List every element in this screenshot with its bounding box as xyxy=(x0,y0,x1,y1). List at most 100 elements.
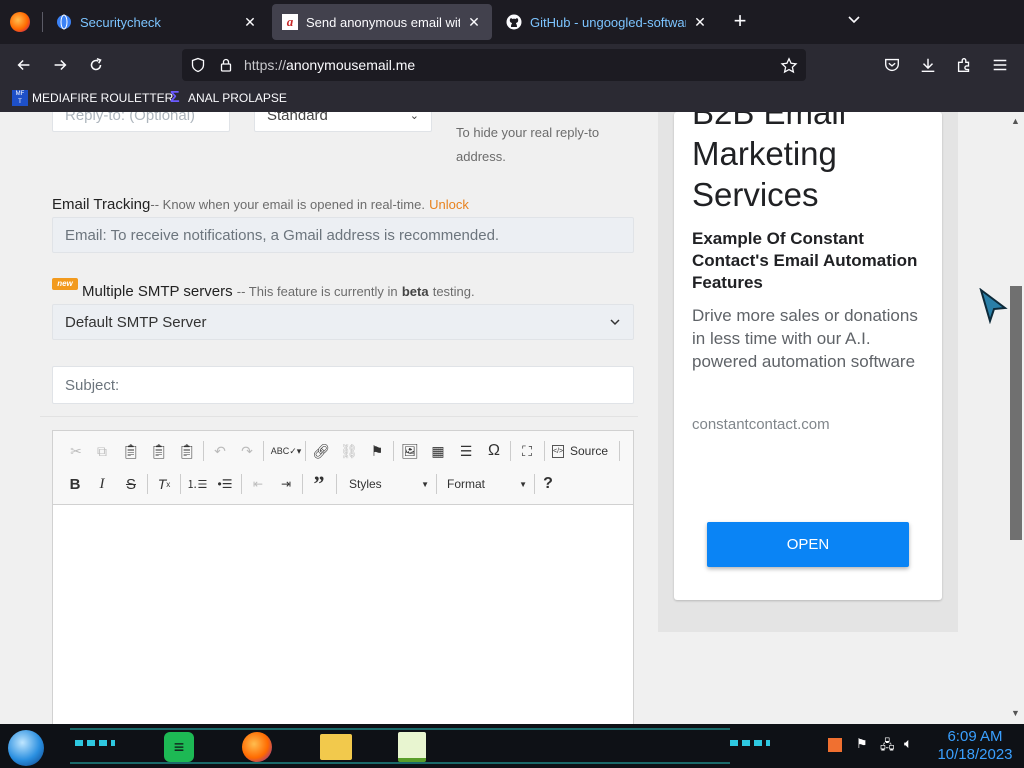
paste-icon[interactable]: 📋︎ xyxy=(120,440,142,462)
format-dropdown[interactable]: Format ▼ xyxy=(439,474,533,494)
app-icon[interactable] xyxy=(398,732,426,762)
ad-title: B2B Email Marketing Services xyxy=(692,112,847,213)
shield-icon[interactable] xyxy=(190,57,206,73)
new-badge: new xyxy=(52,278,78,290)
extensions-button[interactable] xyxy=(949,50,979,80)
help-icon[interactable]: ? xyxy=(537,473,559,495)
ad-open-button[interactable]: OPEN xyxy=(707,522,909,567)
anchor-flag-icon[interactable]: ⚑ xyxy=(366,440,388,462)
divider xyxy=(40,416,638,417)
firefox-taskbar-icon[interactable] xyxy=(242,732,272,762)
toolbar-separator xyxy=(203,441,204,461)
unlock-link[interactable]: Unlock xyxy=(429,197,469,212)
taskbar-clock[interactable]: 6:09 AM 10/18/2023 xyxy=(930,728,1020,764)
italic-icon[interactable]: I xyxy=(91,473,113,495)
close-tab-icon[interactable]: ✕ xyxy=(466,14,482,31)
close-tab-icon[interactable]: ✕ xyxy=(692,14,708,31)
bookmark-star-icon[interactable] xyxy=(780,57,798,75)
new-tab-button[interactable]: + xyxy=(728,10,752,34)
lock-icon[interactable] xyxy=(218,57,234,73)
undo-icon[interactable]: ↶ xyxy=(209,440,231,462)
file-explorer-icon[interactable] xyxy=(320,734,352,760)
app-menu-button[interactable] xyxy=(985,50,1015,80)
strikethrough-icon[interactable]: S xyxy=(120,473,142,495)
copy-icon[interactable]: ⧉ xyxy=(91,440,113,462)
url-bar[interactable]: https://anonymousemail.me xyxy=(182,49,806,81)
toolbar-separator xyxy=(305,441,306,461)
pocket-button[interactable] xyxy=(877,50,907,80)
navigation-bar: https://anonymousemail.me xyxy=(0,44,1024,86)
tab-anonymous-email[interactable]: a Send anonymous email with th ✕ xyxy=(272,4,492,40)
toolbar-separator xyxy=(534,474,535,494)
subject-placeholder: Subject: xyxy=(65,376,120,394)
network-icon[interactable]: 🖧︎ xyxy=(880,736,895,758)
scroll-down-icon[interactable]: ▼ xyxy=(1011,708,1020,718)
paste-word-icon[interactable]: 📋︎ xyxy=(176,440,198,462)
ad-subtitle: Example Of Constant Contact's Email Auto… xyxy=(692,229,918,292)
unlink-icon[interactable]: ⛓ xyxy=(338,440,360,462)
start-button[interactable] xyxy=(8,730,44,766)
bulleted-list-icon[interactable]: •☰ xyxy=(214,473,236,495)
special-char-omega-icon[interactable]: Ω xyxy=(483,440,505,462)
close-tab-icon[interactable]: ✕ xyxy=(242,14,258,31)
numbered-list-icon[interactable]: ⒈☰ xyxy=(186,473,208,495)
tab-title: Securitycheck xyxy=(80,14,161,30)
styles-dropdown[interactable]: Styles ▼ xyxy=(341,474,435,494)
volume-icon[interactable]: 🔈︎ xyxy=(904,735,912,752)
tray-app-icon[interactable] xyxy=(828,738,842,752)
toolbar-separator xyxy=(544,441,545,461)
remove-format-icon[interactable]: Tx xyxy=(153,473,175,495)
globe-icon xyxy=(57,14,71,30)
blockquote-icon[interactable]: ” xyxy=(308,471,330,496)
bold-icon[interactable]: B xyxy=(64,473,86,495)
email-tracking-input[interactable]: Email: To receive notifications, a Gmail… xyxy=(52,217,634,253)
subject-input[interactable]: Subject: xyxy=(52,366,634,404)
horizontal-line-icon[interactable]: ☰ xyxy=(455,440,477,462)
reply-to-input[interactable]: Reply-to: (Optional) xyxy=(52,112,230,132)
downloads-button[interactable] xyxy=(913,50,943,80)
decrease-indent-icon[interactable]: ⇤ xyxy=(247,473,269,495)
scroll-up-icon[interactable]: ▲ xyxy=(1011,116,1020,126)
cut-icon[interactable]: ✂ xyxy=(65,440,87,462)
forward-button[interactable] xyxy=(45,50,75,80)
tab-securitycheck[interactable]: Securitycheck ✕ xyxy=(46,4,268,40)
spotify-icon[interactable]: ≡ xyxy=(164,732,194,762)
tray-flag-icon[interactable]: ⚑ xyxy=(856,736,868,752)
reload-button[interactable] xyxy=(81,50,111,80)
bookmark-anal-prolapse[interactable]: Σ ANAL PROLAPSE xyxy=(170,90,287,106)
link-icon[interactable]: 🔗︎ xyxy=(310,440,332,462)
list-all-tabs-icon[interactable] xyxy=(844,10,864,30)
back-button[interactable] xyxy=(9,50,39,80)
source-button[interactable]: </> Source xyxy=(552,441,608,461)
reply-to-placeholder: Reply-to: (Optional) xyxy=(65,112,196,124)
pocket-icon xyxy=(885,58,899,72)
toolbar-separator xyxy=(180,474,181,494)
reply-type-select[interactable]: Standard ⌄ xyxy=(254,112,432,132)
sigma-favicon-icon: Σ xyxy=(170,89,180,106)
toolbar-separator xyxy=(302,474,303,494)
table-icon[interactable]: ▦ xyxy=(427,440,449,462)
chevron-down-icon: ⌄ xyxy=(409,112,419,122)
email-tracking-label: Email Tracking xyxy=(52,196,151,213)
image-icon[interactable]: 🖼︎ xyxy=(399,440,421,462)
paste-text-icon[interactable]: 📋︎ xyxy=(148,440,170,462)
bookmark-mediafire-rouletter[interactable]: MF T MEDIAFIRE ROULETTER xyxy=(12,90,173,106)
increase-indent-icon[interactable]: ⇥ xyxy=(275,473,297,495)
toolbar-separator xyxy=(241,474,242,494)
firefox-menu-icon[interactable] xyxy=(10,12,30,32)
maximize-icon[interactable]: ⛶ xyxy=(516,440,538,462)
download-icon xyxy=(921,58,935,73)
taskbar: ≡ ⚑ 🖧︎ 🔈︎ xyxy=(0,724,1024,768)
smtp-hint: -- This feature is currently in xyxy=(236,284,398,299)
smtp-server-select[interactable]: Default SMTP Server xyxy=(52,304,634,340)
email-tracking-placeholder: Email: To receive notifications, a Gmail… xyxy=(65,226,500,244)
tab-github[interactable]: GitHub - ungoogled-software/ ✕ xyxy=(496,4,718,40)
tab-bar: Securitycheck ✕ a Send anonymous email w… xyxy=(0,0,1024,44)
editor-content-area[interactable] xyxy=(53,505,633,724)
redo-icon[interactable]: ↷ xyxy=(236,440,258,462)
url-domain: anonymousemail.me xyxy=(286,57,416,73)
github-icon xyxy=(506,14,522,30)
toolbar-separator xyxy=(147,474,148,494)
scrollbar-thumb[interactable] xyxy=(1010,286,1022,540)
spellcheck-icon[interactable]: ABC✓▾ xyxy=(271,440,302,462)
